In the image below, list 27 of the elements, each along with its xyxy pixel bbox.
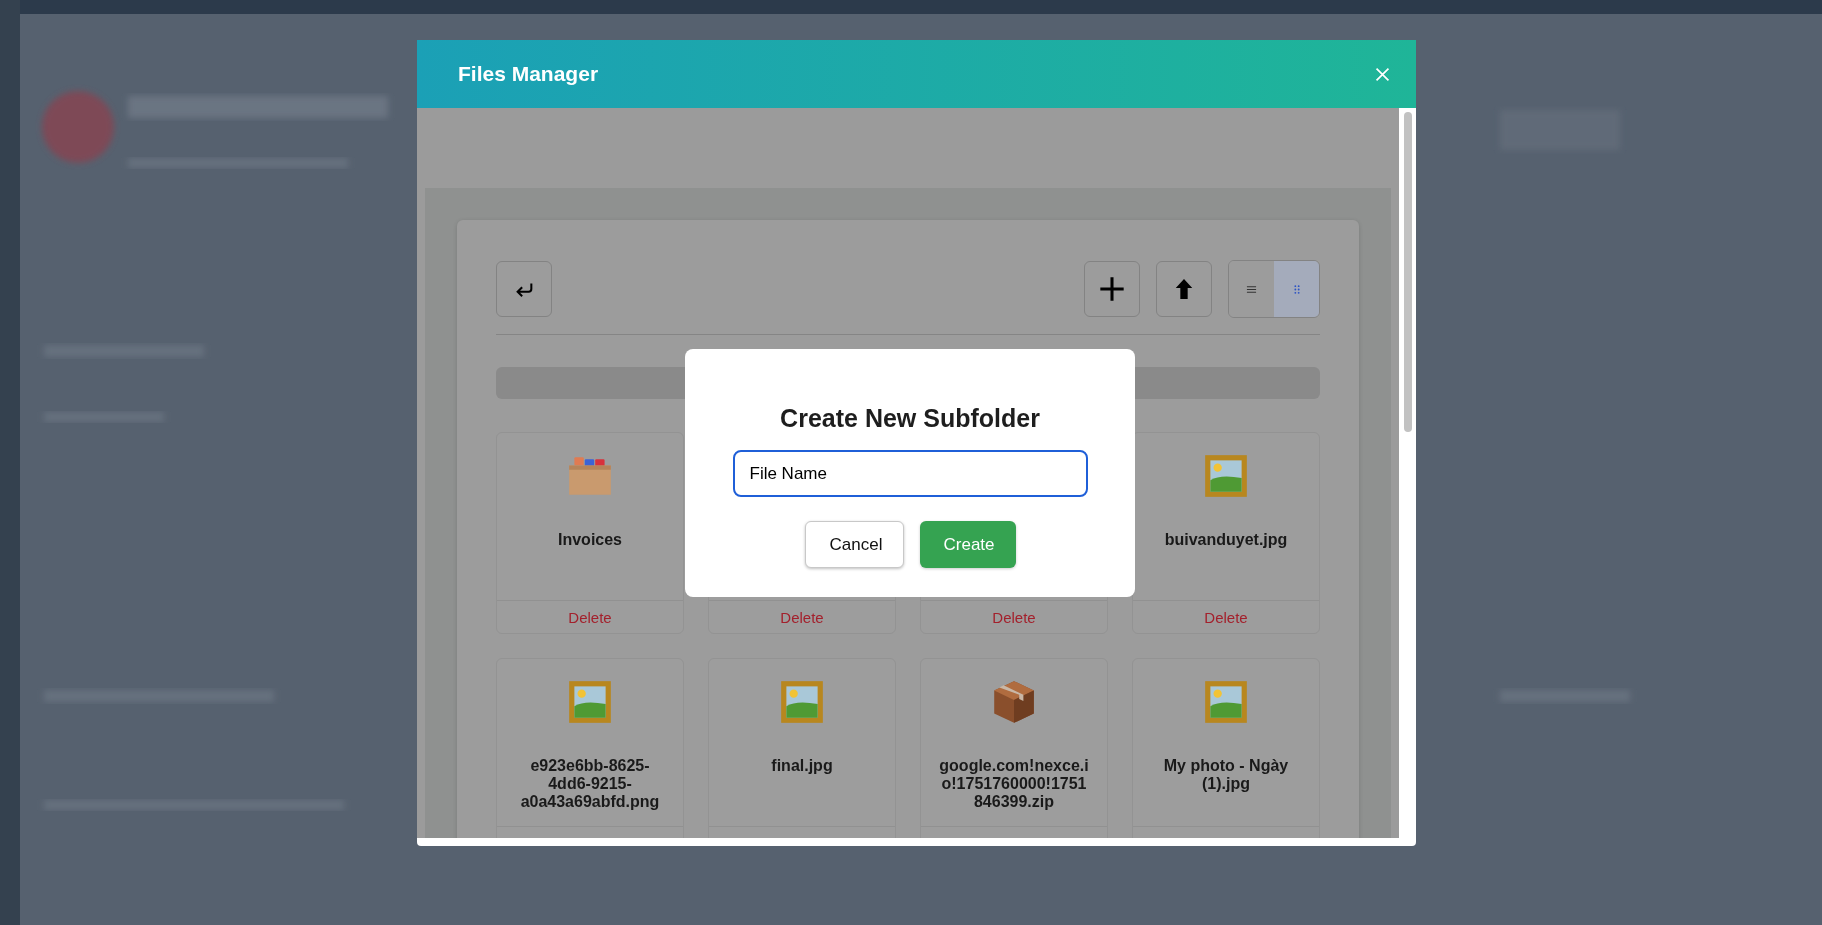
scrollbar-thumb[interactable] <box>1403 112 1412 432</box>
file-name: My photo - Ngày (1).jpg <box>1162 757 1290 793</box>
back-button[interactable] <box>496 261 552 317</box>
dots-grid-icon <box>1291 283 1302 295</box>
folder-name-field[interactable]: File Name <box>732 450 1088 497</box>
blurred-avatar <box>42 91 114 163</box>
file-name: Invoices <box>558 531 622 549</box>
file-tile[interactable]: final.jpg <box>708 658 896 838</box>
file-name: google.com!nexce.io!1751760000!1751846399.zip <box>939 757 1089 811</box>
file-tile[interactable]: e923e6bb-8625-4dd6-9215-a0a43a69abfd.png <box>496 658 684 838</box>
file-name: buivanduyet.jpg <box>1164 531 1288 549</box>
modal-title: Files Manager <box>458 62 600 86</box>
dialog-title: Create New Subfolder <box>780 404 1040 433</box>
plus-icon <box>1098 275 1126 303</box>
up-arrow-icon <box>1173 277 1195 301</box>
upload-button[interactable] <box>1156 261 1212 317</box>
add-button[interactable] <box>1084 261 1140 317</box>
cancel-button[interactable]: Cancel <box>804 521 904 568</box>
file-tile[interactable]: buivanduyet.jpg Delete <box>1132 432 1320 634</box>
list-icon <box>1246 283 1257 295</box>
file-name: final.jpg <box>771 757 833 775</box>
create-button[interactable]: Create <box>919 521 1016 568</box>
close-icon[interactable] <box>1374 65 1391 83</box>
file-tile[interactable]: google.com!nexce.io!1751760000!1751846399.zip <box>920 658 1108 838</box>
file-name: e923e6bb-8625-4dd6-9215-a0a43a69abfd.png <box>519 757 661 811</box>
file-tile[interactable]: My photo - Ngày (1).jpg <box>1132 658 1320 838</box>
file-tile[interactable]: Invoices Delete <box>496 432 684 634</box>
